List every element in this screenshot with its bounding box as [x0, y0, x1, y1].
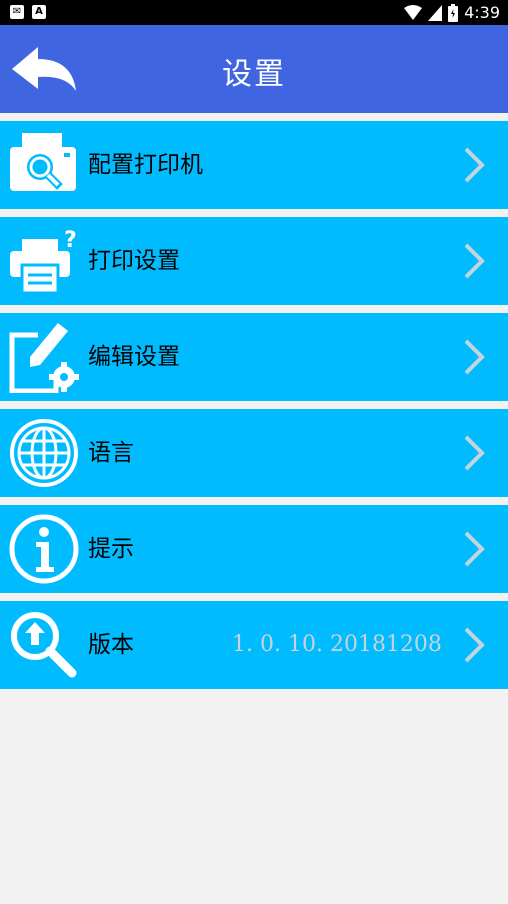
page-title: 设置	[222, 57, 286, 92]
menu-item-label: 语言	[88, 440, 134, 466]
chevron-right-icon	[464, 435, 485, 471]
chevron-right-icon	[464, 531, 485, 567]
status-time: 4:39	[464, 3, 500, 22]
update-search-icon	[11, 612, 77, 678]
globe-icon	[10, 419, 78, 487]
battery-icon	[448, 3, 459, 22]
chevron-right-icon	[464, 243, 485, 279]
menu-item-print-settings[interactable]: ? 打印设置	[0, 217, 508, 305]
chevron-right-icon	[464, 147, 485, 183]
menu-item-label: 配置打印机	[88, 152, 203, 178]
printer-search-icon	[10, 133, 76, 191]
version-number: 1. 0. 10. 20181208	[232, 632, 442, 657]
menu-item-edit-settings[interactable]: 编辑设置	[0, 313, 508, 401]
notification-icons: ✉ A	[10, 5, 46, 19]
menu-item-label: 提示	[88, 536, 134, 562]
menu-item-configure-printer[interactable]: 配置打印机	[0, 121, 508, 209]
printer-question-icon: ?	[10, 228, 77, 295]
menu-item-version[interactable]: 版本 1. 0. 10. 20181208	[0, 601, 508, 689]
menu-item-label: 编辑设置	[88, 344, 180, 370]
wifi-icon	[404, 4, 423, 20]
chevron-right-icon	[464, 339, 485, 375]
title-bar: 设置	[0, 25, 508, 113]
a-notification-icon: A	[32, 5, 46, 19]
menu-item-label: 版本	[88, 632, 134, 658]
menu-item-label: 打印设置	[88, 248, 180, 274]
menu-item-tips[interactable]: 提示	[0, 505, 508, 593]
edit-gear-icon	[9, 323, 79, 393]
info-icon	[9, 514, 79, 584]
chevron-right-icon	[464, 627, 485, 663]
menu-item-language[interactable]: 语言	[0, 409, 508, 497]
svg-text:?: ?	[64, 228, 77, 253]
settings-list: 配置打印机 ? 打印设置 编辑设置 语言 提示 版本 1. 0. 10. 201…	[0, 121, 508, 697]
signal-icon	[428, 4, 443, 21]
email-notification-icon: ✉	[10, 5, 24, 19]
status-bar: ✉ A 4:39	[0, 0, 508, 25]
